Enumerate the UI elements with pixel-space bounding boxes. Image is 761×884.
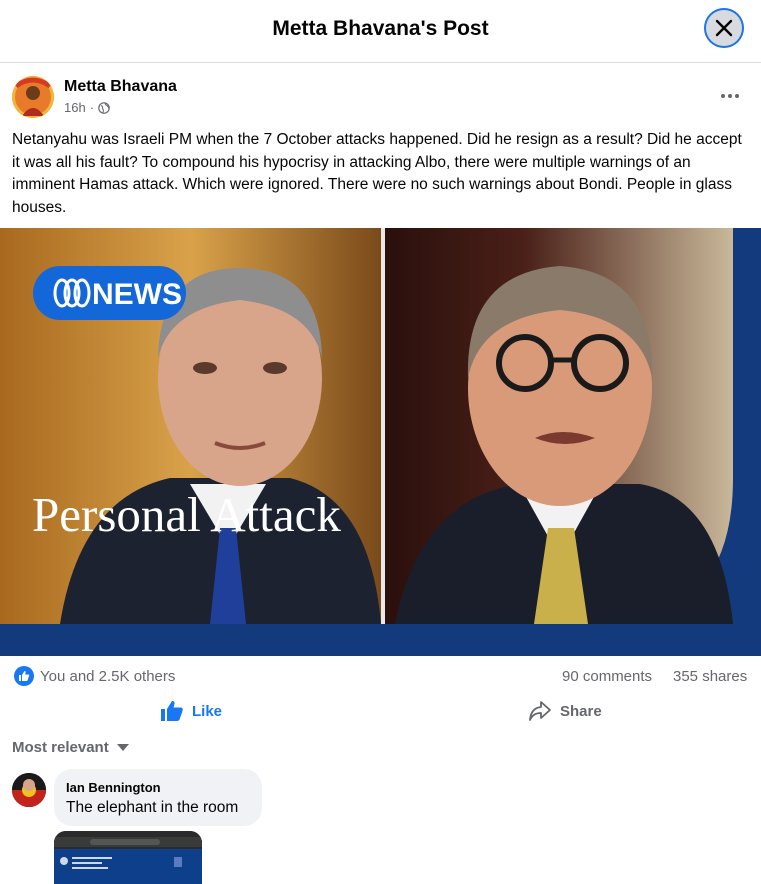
like-label: Like [192,702,223,720]
comment-bubble: Ian Bennington The elephant in the room [54,769,262,826]
post-image[interactable]: NEWS Personal Attack [0,228,761,656]
post-actions: Like Share [0,694,761,730]
post-dialog-header: Metta Bhavana's Post [0,0,761,63]
like-reaction-icon[interactable] [14,666,34,686]
post-time[interactable]: 16h [64,100,86,115]
chevron-down-icon [116,743,129,751]
post-image-graphic: NEWS Personal Attack [0,228,761,656]
comment-avatar-image [12,773,46,807]
abc-news-badge-text: NEWS [92,278,182,311]
post-author-name[interactable]: Metta Bhavana [64,78,177,96]
more-dots-icon [721,94,725,98]
meta-separator: · [89,100,95,115]
share-icon [529,701,551,721]
comment-text: The elephant in the room [66,799,239,816]
sort-label: Most relevant [12,739,109,756]
dialog-title: Metta Bhavana's Post [272,17,489,40]
reaction-summary[interactable]: You and 2.5K others [40,668,175,685]
comment-sort-dropdown[interactable]: Most relevant [12,739,129,756]
comments-count[interactable]: 90 comments [562,668,652,685]
thumbs-up-icon [161,700,183,721]
close-icon [715,19,733,37]
share-label: Share [560,702,602,720]
share-button[interactable]: Share [528,694,648,728]
post-text: Netanyahu was Israeli PM when the 7 Octo… [12,131,742,216]
like-button[interactable]: Like [160,694,280,728]
more-options-button[interactable] [716,86,744,106]
image-overlay-text: Personal Attack [32,487,341,542]
reactions-row: You and 2.5K others 90 comments 355 shar… [0,656,761,696]
comment-attachment-graphic [54,831,202,884]
globe-icon [98,101,110,114]
author-avatar-image [12,76,54,118]
post-meta: 16h · [64,100,110,115]
author-avatar[interactable] [12,76,54,118]
comment-attachment-image[interactable] [54,831,202,884]
comment-author[interactable]: Ian Bennington [66,780,161,795]
close-button[interactable] [704,8,744,48]
shares-count[interactable]: 355 shares [673,668,747,685]
comment-avatar[interactable] [12,773,46,807]
